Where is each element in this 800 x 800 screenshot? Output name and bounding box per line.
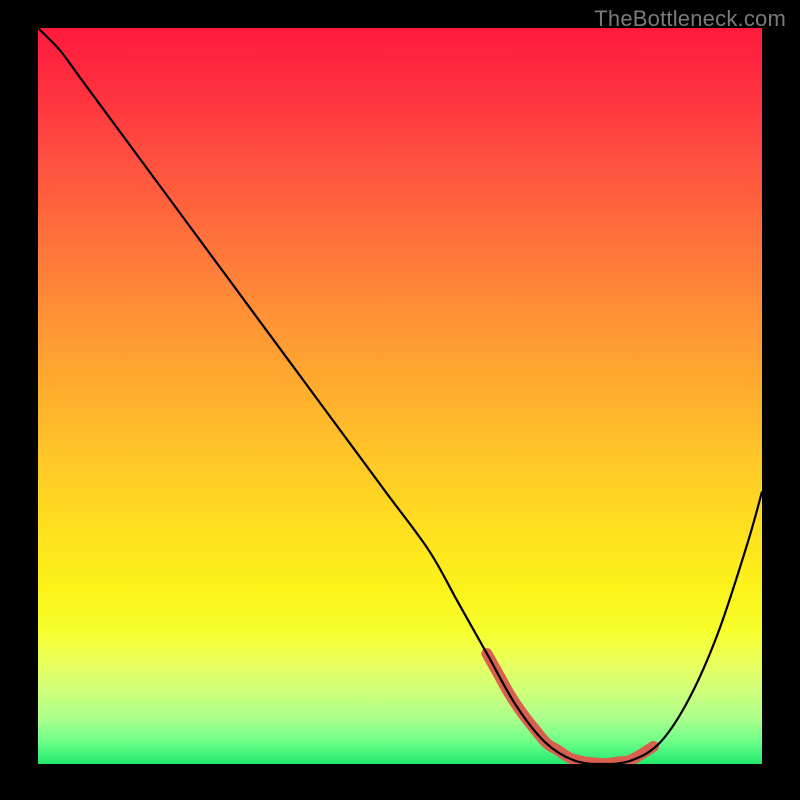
- chart-plot-area: [38, 28, 762, 764]
- highlight-segment: [487, 654, 654, 764]
- chart-svg: [38, 28, 762, 764]
- bottleneck-curve-line: [38, 28, 762, 764]
